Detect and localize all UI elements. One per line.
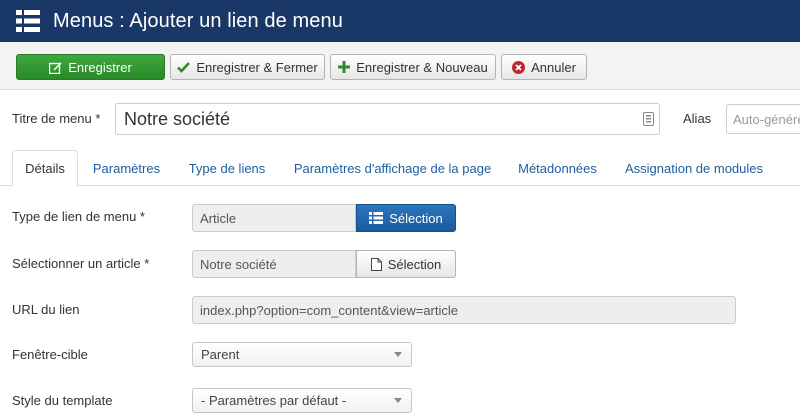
url-field[interactable]: index.php?option=com_content&view=articl… — [192, 296, 736, 324]
tab-page-display[interactable]: Paramètres d'affichage de la page — [281, 150, 504, 186]
menu-title-label: Titre de menu * — [12, 111, 101, 126]
article-value: Notre société — [200, 256, 277, 272]
article-select-label: Sélection — [387, 256, 442, 272]
tab-metadata[interactable]: Métadonnées — [506, 150, 609, 186]
file-icon — [370, 257, 382, 271]
target-window-label: Fenêtre-cible — [12, 347, 88, 362]
edit-icon — [49, 62, 62, 74]
target-window-select[interactable]: Parent — [192, 342, 412, 367]
chevron-down-icon — [394, 398, 402, 403]
url-value: index.php?option=com_content&view=articl… — [200, 302, 459, 318]
save-button-label: Enregistrer — [68, 59, 132, 75]
template-style-value: - Paramètres par défaut - — [201, 393, 347, 408]
article-field: Notre société — [192, 250, 356, 278]
cancel-button[interactable]: Annuler — [501, 54, 587, 80]
toolbar: Enregistrer Enregistrer & Fermer Enregis… — [0, 42, 800, 90]
link-type-select-label: Sélection — [389, 210, 443, 226]
page-title: Menus : Ajouter un lien de menu — [53, 9, 343, 32]
check-icon — [177, 62, 191, 73]
target-window-value: Parent — [201, 347, 240, 362]
link-type-label: Type de lien de menu * — [12, 209, 145, 224]
page-header: Menus : Ajouter un lien de menu — [0, 0, 800, 42]
menu-title-input[interactable]: Notre société — [115, 103, 660, 135]
url-label: URL du lien — [12, 302, 80, 317]
save-button[interactable]: Enregistrer — [16, 54, 165, 80]
chevron-down-icon — [394, 352, 402, 357]
tab-module-assignment[interactable]: Assignation de modules — [611, 150, 777, 186]
template-style-select[interactable]: - Paramètres par défaut - — [192, 388, 412, 413]
list-icon — [369, 212, 384, 224]
list-icon — [16, 10, 40, 32]
tab-link-type[interactable]: Type de liens — [175, 150, 279, 186]
alias-input[interactable]: Auto-générée — [726, 104, 800, 134]
tab-parameters[interactable]: Paramètres — [80, 150, 173, 186]
save-new-button-label: Enregistrer & Nouveau — [356, 59, 488, 75]
tab-details[interactable]: Détails — [12, 150, 78, 187]
template-style-label: Style du template — [12, 393, 113, 408]
link-type-value: Article — [200, 210, 237, 226]
cancel-button-label: Annuler — [531, 59, 576, 75]
article-select-button[interactable]: Sélection — [356, 250, 456, 278]
save-close-button-label: Enregistrer & Fermer — [196, 59, 318, 75]
cancel-icon — [512, 60, 526, 74]
alias-placeholder: Auto-générée — [733, 112, 800, 127]
tab-bar: Détails Paramètres Type de liens Paramèt… — [0, 150, 800, 187]
save-new-button[interactable]: Enregistrer & Nouveau — [330, 54, 496, 80]
menu-title-value: Notre société — [124, 108, 231, 129]
field-helper-icon — [643, 112, 654, 126]
article-label: Sélectionner un article * — [12, 256, 150, 271]
alias-label: Alias — [683, 111, 712, 126]
link-type-field: Article — [192, 204, 356, 232]
plus-icon — [338, 61, 351, 73]
link-type-select-button[interactable]: Sélection — [356, 204, 456, 232]
save-close-button[interactable]: Enregistrer & Fermer — [170, 54, 325, 80]
